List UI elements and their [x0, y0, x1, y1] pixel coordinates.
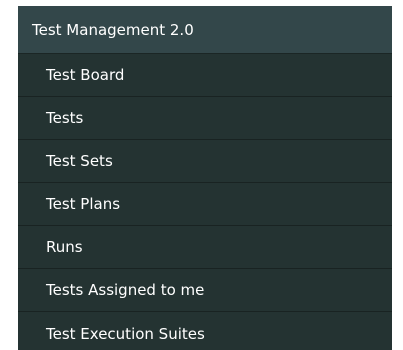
menu-item-test-sets[interactable]: Test Sets [18, 140, 392, 183]
menu-header-label: Test Management 2.0 [32, 20, 194, 39]
menu-item-label: Tests Assigned to me [46, 281, 205, 299]
menu-item-label: Test Plans [46, 195, 121, 213]
menu-item-label: Test Execution Suites [46, 324, 205, 343]
menu-item-label: Runs [46, 238, 83, 256]
menu-list: Test Board Tests Test Sets Test Plans Ru… [18, 54, 392, 350]
menu-item-runs[interactable]: Runs [18, 226, 392, 269]
menu-item-tests[interactable]: Tests [18, 97, 392, 140]
menu-header-test-management[interactable]: Test Management 2.0 [18, 6, 392, 54]
navigation-menu: Test Management 2.0 Test Board Tests Tes… [18, 6, 392, 350]
menu-item-label: Tests [46, 109, 84, 127]
menu-item-test-execution-suites[interactable]: Test Execution Suites [18, 312, 392, 350]
menu-item-label: Test Sets [46, 152, 113, 170]
menu-item-label: Test Board [46, 66, 125, 84]
menu-item-test-board[interactable]: Test Board [18, 54, 392, 97]
menu-item-tests-assigned-to-me[interactable]: Tests Assigned to me [18, 269, 392, 312]
menu-item-test-plans[interactable]: Test Plans [18, 183, 392, 226]
